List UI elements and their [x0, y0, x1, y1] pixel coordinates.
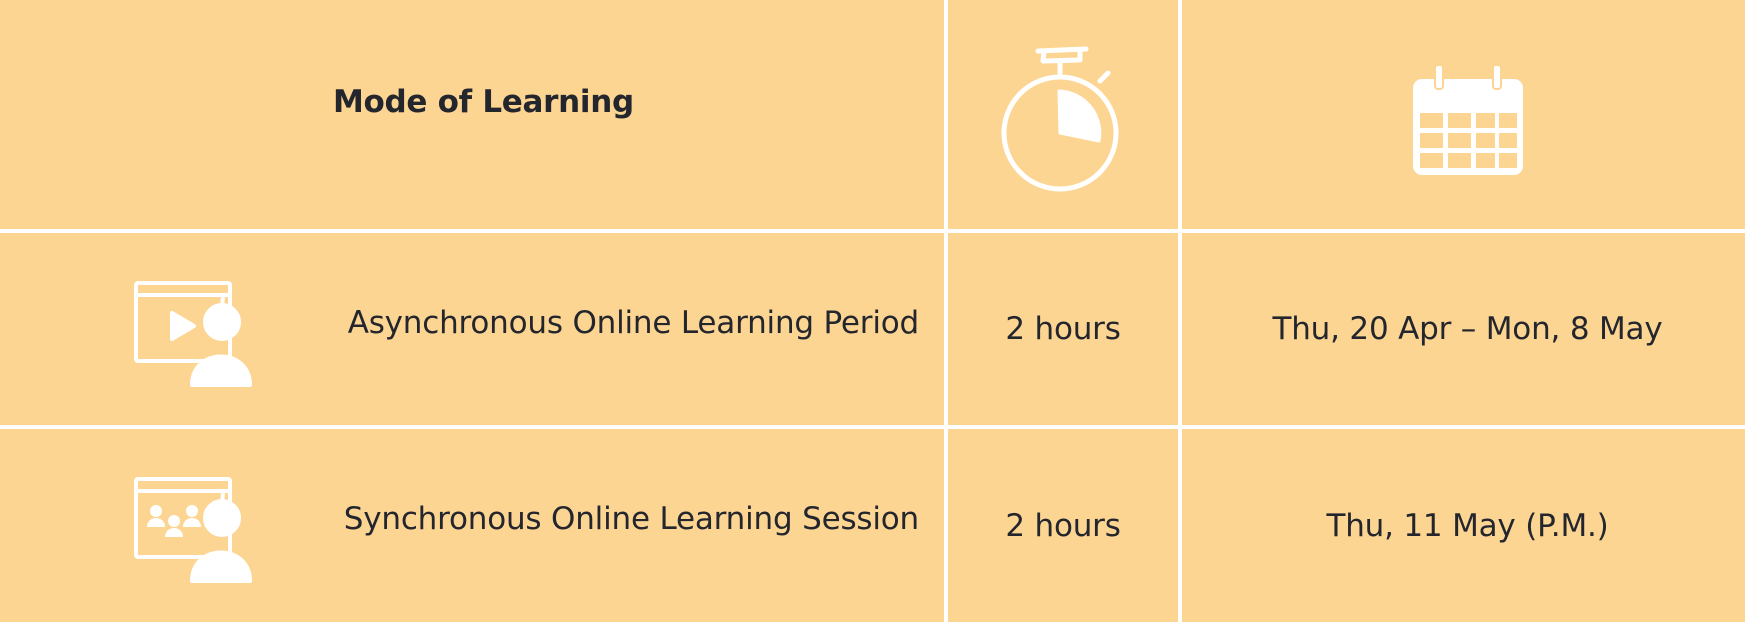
row-1-duration-cell: 2 hours	[948, 233, 1178, 425]
video-presenter-icon	[134, 281, 252, 387]
row-2-dates: Thu, 11 May (P.M.)	[1326, 507, 1609, 544]
row-1-dates: Thu, 20 Apr – Mon, 8 May	[1272, 311, 1663, 347]
stopwatch-icon	[1001, 46, 1119, 191]
header-duration-cell	[948, 0, 1178, 229]
row-2-duration: 2 hours	[1005, 507, 1121, 544]
mode-of-learning-heading: Mode of Learning	[333, 84, 634, 120]
header-mode-cell: Mode of Learning	[0, 0, 944, 229]
row-1-mode-label: Asynchronous Online Learning Period	[347, 305, 919, 341]
row-1-mode-cell: Asynchronous Online Learning Period	[0, 233, 944, 425]
row-2-mode-cell: Synchronous Online Learning Session	[0, 429, 944, 622]
group-presenter-icon	[134, 477, 252, 583]
row-1-duration: 2 hours	[1005, 311, 1121, 347]
row-2-duration-cell: 2 hours	[948, 429, 1178, 622]
row-2-dates-cell: Thu, 11 May (P.M.)	[1182, 429, 1745, 622]
calendar-icon	[1412, 63, 1523, 175]
learning-schedule-table: Mode of Learning Asynchronous Online Lea…	[0, 0, 1745, 622]
row-2-mode-label: Synchronous Online Learning Session	[343, 501, 919, 537]
row-1-dates-cell: Thu, 20 Apr – Mon, 8 May	[1182, 233, 1745, 425]
header-dates-cell	[1182, 0, 1745, 229]
